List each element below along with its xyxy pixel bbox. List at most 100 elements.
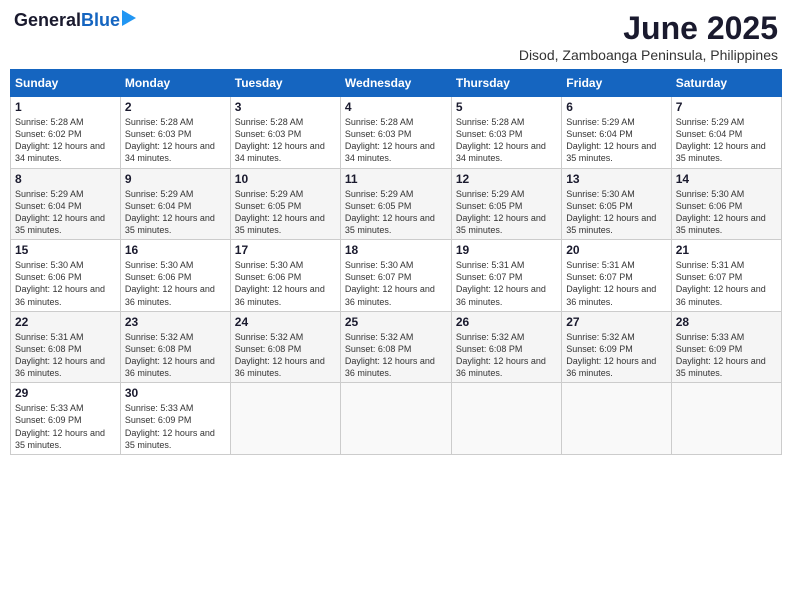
table-row: 23Sunrise: 5:32 AMSunset: 6:08 PMDayligh… — [120, 311, 230, 383]
table-row: 19 Sunrise: 5:31 AMSunset: 6:07 PMDayligh… — [451, 240, 561, 312]
day-info: Sunrise: 5:28 AMSunset: 6:03 PMDaylight:… — [345, 116, 447, 165]
table-row — [340, 383, 451, 455]
day-number: 2 — [125, 100, 226, 114]
table-row: 5Sunrise: 5:28 AMSunset: 6:03 PMDaylight… — [451, 97, 561, 169]
table-row: 20 Sunrise: 5:31 AMSunset: 6:07 PMDayligh… — [562, 240, 671, 312]
calendar-week-1: 8 Sunrise: 5:29 AMSunset: 6:04 PMDaylight… — [11, 168, 782, 240]
table-row: 28 Sunrise: 5:33 AMSunset: 6:09 PMDayligh… — [671, 311, 781, 383]
day-number: 26 — [456, 315, 557, 329]
day-info: Sunrise: 5:33 AMSunset: 6:09 PMDaylight:… — [676, 331, 777, 380]
day-info: Sunrise: 5:31 AMSunset: 6:08 PMDaylight:… — [15, 331, 116, 380]
table-row: 15 Sunrise: 5:30 AMSunset: 6:06 PMDayligh… — [11, 240, 121, 312]
table-row: 14 Sunrise: 5:30 AMSunset: 6:06 PMDayligh… — [671, 168, 781, 240]
day-info: Sunrise: 5:30 AMSunset: 6:06 PMDaylight:… — [15, 259, 116, 308]
day-number: 28 — [676, 315, 777, 329]
day-number: 24 — [235, 315, 336, 329]
day-number: 12 — [456, 172, 557, 186]
day-number: 27 — [566, 315, 666, 329]
page-header: GeneralBlue June 2025 Disod, Zamboanga P… — [10, 10, 782, 63]
table-row — [451, 383, 561, 455]
day-number: 20 — [566, 243, 666, 257]
day-number: 19 — [456, 243, 557, 257]
table-row: 10 Sunrise: 5:29 AMSunset: 6:05 PMDayligh… — [230, 168, 340, 240]
day-info: Sunrise: 5:33 AMSunset: 6:09 PMDaylight:… — [125, 402, 226, 451]
header-wednesday: Wednesday — [340, 70, 451, 97]
table-row: 21Sunrise: 5:31 AMSunset: 6:07 PMDayligh… — [671, 240, 781, 312]
table-row — [671, 383, 781, 455]
calendar-table: Sunday Monday Tuesday Wednesday Thursday… — [10, 69, 782, 455]
table-row: 26 Sunrise: 5:32 AMSunset: 6:08 PMDayligh… — [451, 311, 561, 383]
day-number: 17 — [235, 243, 336, 257]
day-info: Sunrise: 5:28 AMSunset: 6:03 PMDaylight:… — [125, 116, 226, 165]
table-row: 22 Sunrise: 5:31 AMSunset: 6:08 PMDayligh… — [11, 311, 121, 383]
day-number: 3 — [235, 100, 336, 114]
day-number: 16 — [125, 243, 226, 257]
header-monday: Monday — [120, 70, 230, 97]
table-row: 18Sunrise: 5:30 AMSunset: 6:07 PMDayligh… — [340, 240, 451, 312]
table-row — [562, 383, 671, 455]
day-number: 15 — [15, 243, 116, 257]
day-number: 8 — [15, 172, 116, 186]
day-info: Sunrise: 5:29 AMSunset: 6:04 PMDaylight:… — [125, 188, 226, 237]
logo-text: GeneralBlue — [14, 10, 120, 31]
table-row: 8 Sunrise: 5:29 AMSunset: 6:04 PMDaylight… — [11, 168, 121, 240]
calendar-week-2: 15 Sunrise: 5:30 AMSunset: 6:06 PMDayligh… — [11, 240, 782, 312]
table-row: 4 Sunrise: 5:28 AMSunset: 6:03 PMDaylight… — [340, 97, 451, 169]
table-row: 30 Sunrise: 5:33 AMSunset: 6:09 PMDayligh… — [120, 383, 230, 455]
day-info: Sunrise: 5:30 AMSunset: 6:06 PMDaylight:… — [676, 188, 777, 237]
day-info: Sunrise: 5:33 AMSunset: 6:09 PMDaylight:… — [15, 402, 116, 451]
day-info: Sunrise: 5:29 AMSunset: 6:04 PMDaylight:… — [566, 116, 666, 165]
day-info: Sunrise: 5:32 AMSunset: 6:08 PMDaylight:… — [345, 331, 447, 380]
day-info: Sunrise: 5:28 AMSunset: 6:02 PMDaylight:… — [15, 116, 116, 165]
day-info: Sunrise: 5:29 AMSunset: 6:05 PMDaylight:… — [235, 188, 336, 237]
day-info: Sunrise: 5:29 AMSunset: 6:04 PMDaylight:… — [15, 188, 116, 237]
logo: GeneralBlue — [14, 10, 136, 31]
table-row: 16Sunrise: 5:30 AMSunset: 6:06 PMDayligh… — [120, 240, 230, 312]
day-number: 9 — [125, 172, 226, 186]
day-number: 6 — [566, 100, 666, 114]
day-number: 30 — [125, 386, 226, 400]
day-number: 29 — [15, 386, 116, 400]
table-row: 3 Sunrise: 5:28 AMSunset: 6:03 PMDaylight… — [230, 97, 340, 169]
calendar-week-3: 22 Sunrise: 5:31 AMSunset: 6:08 PMDayligh… — [11, 311, 782, 383]
logo-blue: Blue — [81, 10, 120, 30]
day-info: Sunrise: 5:31 AMSunset: 6:07 PMDaylight:… — [456, 259, 557, 308]
title-area: June 2025 Disod, Zamboanga Peninsula, Ph… — [519, 10, 778, 63]
day-number: 22 — [15, 315, 116, 329]
day-number: 4 — [345, 100, 447, 114]
day-info: Sunrise: 5:28 AMSunset: 6:03 PMDaylight:… — [235, 116, 336, 165]
day-info: Sunrise: 5:32 AMSunset: 6:08 PMDaylight:… — [235, 331, 336, 380]
page-subtitle: Disod, Zamboanga Peninsula, Philippines — [519, 47, 778, 63]
table-row: 9 Sunrise: 5:29 AMSunset: 6:04 PMDaylight… — [120, 168, 230, 240]
table-row: 27 Sunrise: 5:32 AMSunset: 6:09 PMDayligh… — [562, 311, 671, 383]
day-info: Sunrise: 5:30 AMSunset: 6:06 PMDaylight:… — [235, 259, 336, 308]
table-row: 13Sunrise: 5:30 AMSunset: 6:05 PMDayligh… — [562, 168, 671, 240]
day-number: 21 — [676, 243, 777, 257]
day-info: Sunrise: 5:32 AMSunset: 6:08 PMDaylight:… — [456, 331, 557, 380]
day-number: 23 — [125, 315, 226, 329]
day-number: 1 — [15, 100, 116, 114]
table-row: 11 Sunrise: 5:29 AMSunset: 6:05 PMDayligh… — [340, 168, 451, 240]
table-row — [230, 383, 340, 455]
day-number: 11 — [345, 172, 447, 186]
day-info: Sunrise: 5:31 AMSunset: 6:07 PMDaylight:… — [566, 259, 666, 308]
table-row: 17 Sunrise: 5:30 AMSunset: 6:06 PMDayligh… — [230, 240, 340, 312]
calendar-week-0: 1 Sunrise: 5:28 AMSunset: 6:02 PMDaylight… — [11, 97, 782, 169]
table-row: 24 Sunrise: 5:32 AMSunset: 6:08 PMDayligh… — [230, 311, 340, 383]
day-number: 13 — [566, 172, 666, 186]
day-number: 10 — [235, 172, 336, 186]
header-tuesday: Tuesday — [230, 70, 340, 97]
header-sunday: Sunday — [11, 70, 121, 97]
day-info: Sunrise: 5:32 AMSunset: 6:09 PMDaylight:… — [566, 331, 666, 380]
day-info: Sunrise: 5:29 AMSunset: 6:05 PMDaylight:… — [345, 188, 447, 237]
table-row: 7Sunrise: 5:29 AMSunset: 6:04 PMDaylight… — [671, 97, 781, 169]
table-row: 6 Sunrise: 5:29 AMSunset: 6:04 PMDaylight… — [562, 97, 671, 169]
day-number: 25 — [345, 315, 447, 329]
table-row: 25 Sunrise: 5:32 AMSunset: 6:08 PMDayligh… — [340, 311, 451, 383]
day-number: 14 — [676, 172, 777, 186]
header-saturday: Saturday — [671, 70, 781, 97]
day-info: Sunrise: 5:28 AMSunset: 6:03 PMDaylight:… — [456, 116, 557, 165]
table-row: 29 Sunrise: 5:33 AMSunset: 6:09 PMDayligh… — [11, 383, 121, 455]
day-info: Sunrise: 5:30 AMSunset: 6:07 PMDaylight:… — [345, 259, 447, 308]
day-info: Sunrise: 5:29 AMSunset: 6:05 PMDaylight:… — [456, 188, 557, 237]
